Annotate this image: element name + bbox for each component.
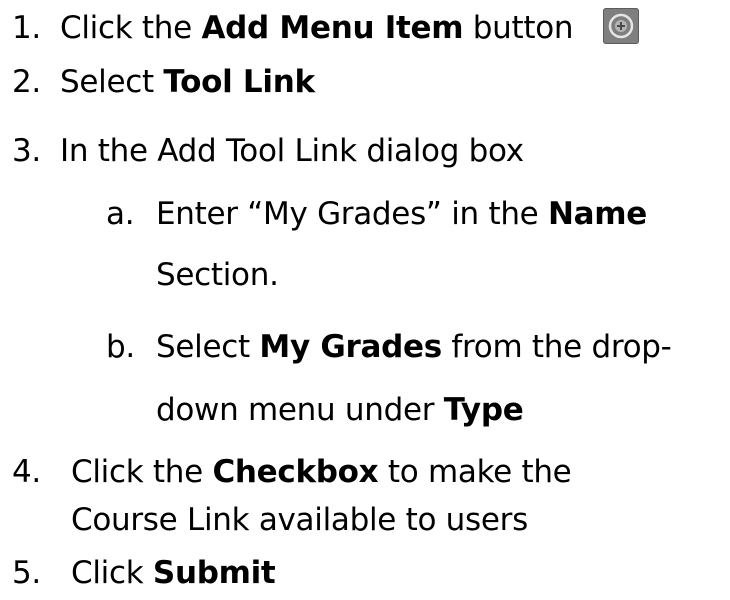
- add-circle-icon: [603, 8, 640, 44]
- substep-letter: b.: [106, 329, 135, 365]
- my-grades-label: My Grades: [259, 329, 442, 365]
- step-number: 4.: [12, 454, 41, 490]
- step-number: 5.: [12, 555, 41, 591]
- step-text: Click the Add Menu Item button: [60, 1, 640, 55]
- step-text: Select Tool Link: [60, 64, 315, 100]
- type-label: Type: [443, 392, 524, 428]
- step-number: 1.: [12, 10, 41, 46]
- step-text: In the Add Tool Link dialog box: [60, 133, 524, 169]
- tool-link-label: Tool Link: [163, 64, 315, 100]
- submit-label: Submit: [152, 555, 276, 591]
- step-text: Select My Grades from the drop-: [156, 329, 672, 365]
- step-text: Enter “My Grades” in the Name: [156, 196, 647, 232]
- step-number: 3.: [12, 133, 41, 169]
- step-text: Click Submit: [71, 555, 276, 591]
- substep-letter: a.: [106, 196, 135, 232]
- add-menu-item-label: Add Menu Item: [201, 10, 464, 46]
- step-text: Section.: [156, 257, 279, 293]
- name-label: Name: [548, 196, 647, 232]
- checkbox-label: Checkbox: [212, 454, 379, 490]
- step-text: Click the Checkbox to make the: [71, 454, 572, 490]
- step-text: Course Link available to users: [71, 502, 528, 538]
- step-number: 2.: [12, 64, 41, 100]
- step-text: down menu under Type: [156, 392, 524, 428]
